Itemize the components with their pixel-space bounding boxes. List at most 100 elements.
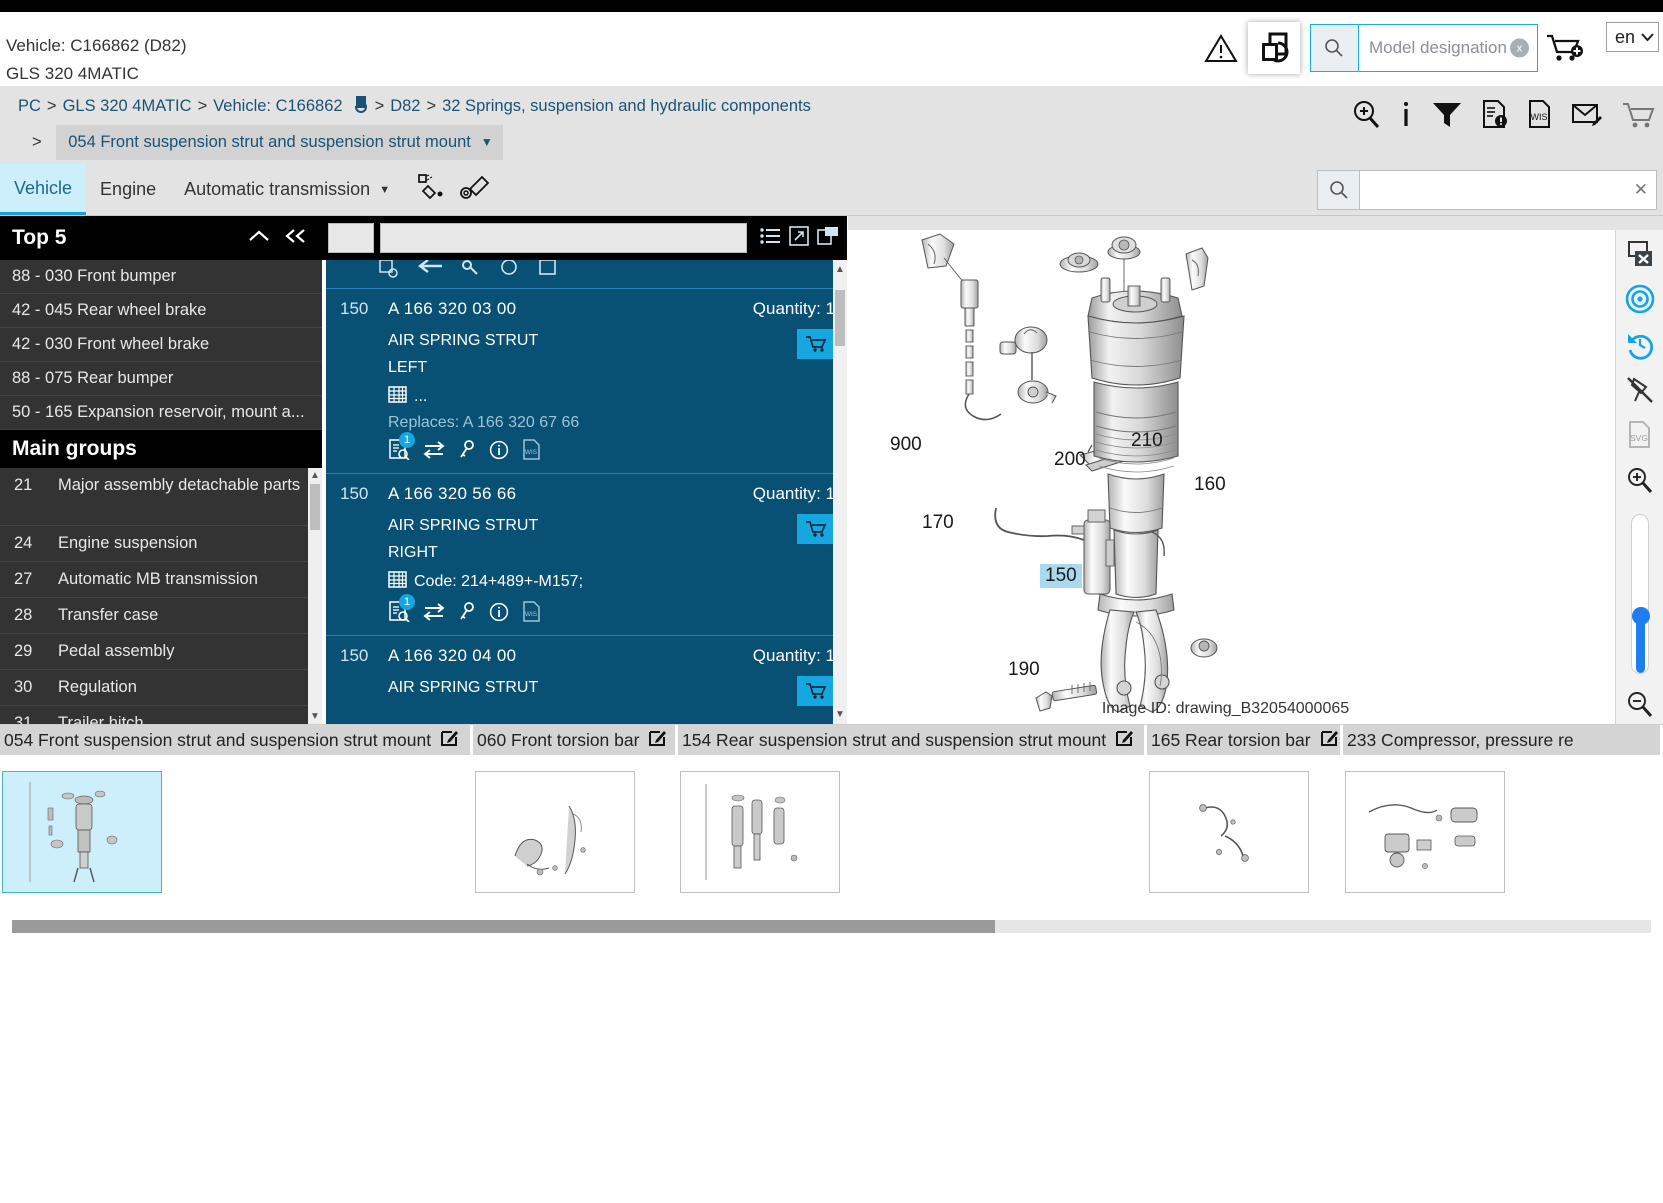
- breadcrumb-copy-icon[interactable]: [349, 95, 369, 125]
- callout-900[interactable]: 900: [890, 434, 922, 456]
- wis-document-icon[interactable]: WIS: [522, 601, 541, 627]
- callout-150[interactable]: 150: [1040, 564, 1082, 588]
- breadcrumb-item-1[interactable]: GLS 320 4MATIC: [63, 97, 192, 115]
- info-circle-icon[interactable]: [489, 602, 509, 627]
- thumbnail-label-165[interactable]: 165 Rear torsion bar: [1147, 725, 1343, 755]
- horizontal-scrollbar[interactable]: [0, 909, 1663, 943]
- add-to-cart-button[interactable]: [797, 329, 835, 359]
- group-item-31[interactable]: 31 Trailer hitch: [0, 706, 322, 724]
- thumbnail-label-060[interactable]: 060 Front torsion bar: [473, 725, 678, 755]
- wis-document-icon[interactable]: WIS: [522, 439, 541, 465]
- scrollbar-thumb[interactable]: [12, 919, 996, 933]
- zoom-in-icon[interactable]: [1626, 466, 1654, 494]
- tool-wrench-icon[interactable]: [458, 172, 492, 207]
- warning-triangle-icon[interactable]: [1194, 20, 1248, 76]
- part-number[interactable]: A 166 320 56 66: [388, 484, 705, 504]
- paint-code-icon[interactable]: [414, 172, 448, 207]
- info-circle-icon[interactable]: [489, 440, 509, 465]
- key-icon[interactable]: [458, 439, 476, 465]
- breadcrumb-item-0[interactable]: PC: [18, 97, 41, 115]
- callout-190[interactable]: 190: [1008, 659, 1040, 681]
- add-to-cart-button[interactable]: [797, 676, 835, 706]
- mail-edit-icon[interactable]: [1571, 99, 1603, 129]
- content-search-input[interactable]: [1360, 171, 1656, 209]
- zoom-slider[interactable]: [1630, 514, 1650, 674]
- edit-pencil-icon[interactable]: [1320, 728, 1339, 752]
- scroll-down-arrow-icon[interactable]: ▼: [835, 709, 845, 720]
- parts-filter-box[interactable]: [328, 223, 374, 253]
- zoom-search-icon[interactable]: [1351, 99, 1381, 129]
- model-search-button[interactable]: [1310, 25, 1359, 71]
- content-search[interactable]: ✕: [1317, 170, 1657, 210]
- thumbnail-image-233[interactable]: [1345, 771, 1505, 893]
- filter-icon[interactable]: [1431, 99, 1463, 129]
- close-window-icon[interactable]: [1626, 240, 1654, 268]
- document-search-icon[interactable]: 1: [388, 432, 415, 465]
- breadcrumb-active-item[interactable]: 054 Front suspension strut and suspensio…: [56, 125, 503, 160]
- edit-pencil-icon[interactable]: [1115, 728, 1134, 752]
- info-icon[interactable]: [1399, 99, 1413, 129]
- scroll-down-arrow-icon[interactable]: ▼: [310, 709, 320, 724]
- thumbnail-label-233[interactable]: 233 Compressor, pressure re: [1343, 725, 1663, 755]
- top5-item-3[interactable]: 88 - 075 Rear bumper: [0, 362, 322, 396]
- parts-scrollbar[interactable]: ▲ ▼: [833, 260, 847, 724]
- thumbnail-image-165[interactable]: [1149, 771, 1309, 893]
- model-search-combo[interactable]: x: [1309, 24, 1538, 72]
- top5-item-1[interactable]: 42 - 045 Rear wheel brake: [0, 294, 322, 328]
- content-search-button[interactable]: [1318, 171, 1360, 209]
- scrollbar-track[interactable]: [12, 919, 1651, 933]
- part-code-row[interactable]: ...: [388, 385, 705, 409]
- edit-pencil-icon[interactable]: [440, 728, 459, 752]
- group-item-21[interactable]: 21 Major assembly detachable parts: [0, 468, 322, 526]
- callout-170[interactable]: 170: [922, 512, 954, 534]
- part-number[interactable]: A 166 320 04 00: [388, 646, 705, 666]
- callout-200[interactable]: 200: [1054, 449, 1086, 471]
- thumbnail-label-054[interactable]: 054 Front suspension strut and suspensio…: [0, 725, 473, 755]
- top5-item-2[interactable]: 42 - 030 Front wheel brake: [0, 328, 322, 362]
- breadcrumb-item-3[interactable]: D82: [390, 97, 420, 115]
- unpin-icon[interactable]: [1625, 376, 1655, 404]
- table-row[interactable]: 150 A 166 320 03 00 AIR SPRING STRUT LEF…: [326, 288, 847, 473]
- scrollbar-thumb[interactable]: [310, 484, 320, 530]
- group-item-24[interactable]: 24 Engine suspension: [0, 526, 322, 562]
- scroll-up-arrow-icon[interactable]: ▲: [310, 468, 320, 483]
- cart-add-icon[interactable]: [1538, 20, 1592, 76]
- technical-drawing[interactable]: [856, 230, 1496, 724]
- add-to-cart-button[interactable]: [797, 514, 835, 544]
- expand-window-icon[interactable]: [789, 225, 809, 251]
- tab-automatic-transmission[interactable]: Automatic transmission ▼: [170, 164, 404, 215]
- part-number[interactable]: A 166 320 03 00: [388, 299, 705, 319]
- document-search-icon[interactable]: 1: [388, 594, 415, 627]
- parts-filter-input[interactable]: [380, 223, 747, 253]
- chevron-down-icon[interactable]: ▼: [481, 128, 493, 157]
- top5-item-0[interactable]: 88 - 030 Front bumper: [0, 260, 322, 294]
- drawing-pane[interactable]: 900 170 190 200 210 160 150 220 230 Imag…: [847, 216, 1663, 724]
- wis-document-icon[interactable]: WIS: [1527, 99, 1553, 129]
- double-chevron-left-icon[interactable]: [284, 227, 308, 250]
- callout-210[interactable]: 210: [1131, 430, 1163, 452]
- edit-pencil-icon[interactable]: [648, 728, 667, 752]
- table-row[interactable]: 150 A 166 320 56 66 AIR SPRING STRUT RIG…: [326, 473, 847, 635]
- copy-panel-icon[interactable]: [817, 226, 839, 251]
- list-view-icon[interactable]: [759, 226, 781, 251]
- callout-160[interactable]: 160: [1194, 474, 1226, 496]
- group-item-28[interactable]: 28 Transfer case: [0, 598, 322, 634]
- language-selector[interactable]: en: [1605, 22, 1659, 52]
- cart-icon[interactable]: [1621, 99, 1655, 129]
- tab-engine[interactable]: Engine: [86, 164, 170, 215]
- breadcrumb-item-4[interactable]: 32 Springs, suspension and hydraulic com…: [442, 97, 811, 115]
- group-item-27[interactable]: 27 Automatic MB transmission: [0, 562, 322, 598]
- clear-circle-icon[interactable]: ✕: [1634, 180, 1648, 200]
- table-row[interactable]: 150 A 166 320 04 00 AIR SPRING STRUT Qua…: [326, 635, 847, 714]
- model-search-clear-icon[interactable]: x: [1509, 38, 1529, 58]
- history-undo-icon[interactable]: [1625, 330, 1655, 360]
- tab-vehicle[interactable]: Vehicle: [0, 164, 87, 215]
- sidebar-scrollbar[interactable]: ▲ ▼: [308, 468, 322, 724]
- zoom-out-icon[interactable]: [1626, 690, 1654, 718]
- group-item-30[interactable]: 30 Regulation: [0, 670, 322, 706]
- target-circle-icon[interactable]: [1625, 284, 1655, 314]
- thumbnail-image-054[interactable]: [2, 771, 162, 893]
- copy-documents-icon[interactable]: [1247, 22, 1300, 74]
- thumbnail-image-060[interactable]: [475, 771, 635, 893]
- svg-file-icon[interactable]: SVG: [1626, 420, 1654, 450]
